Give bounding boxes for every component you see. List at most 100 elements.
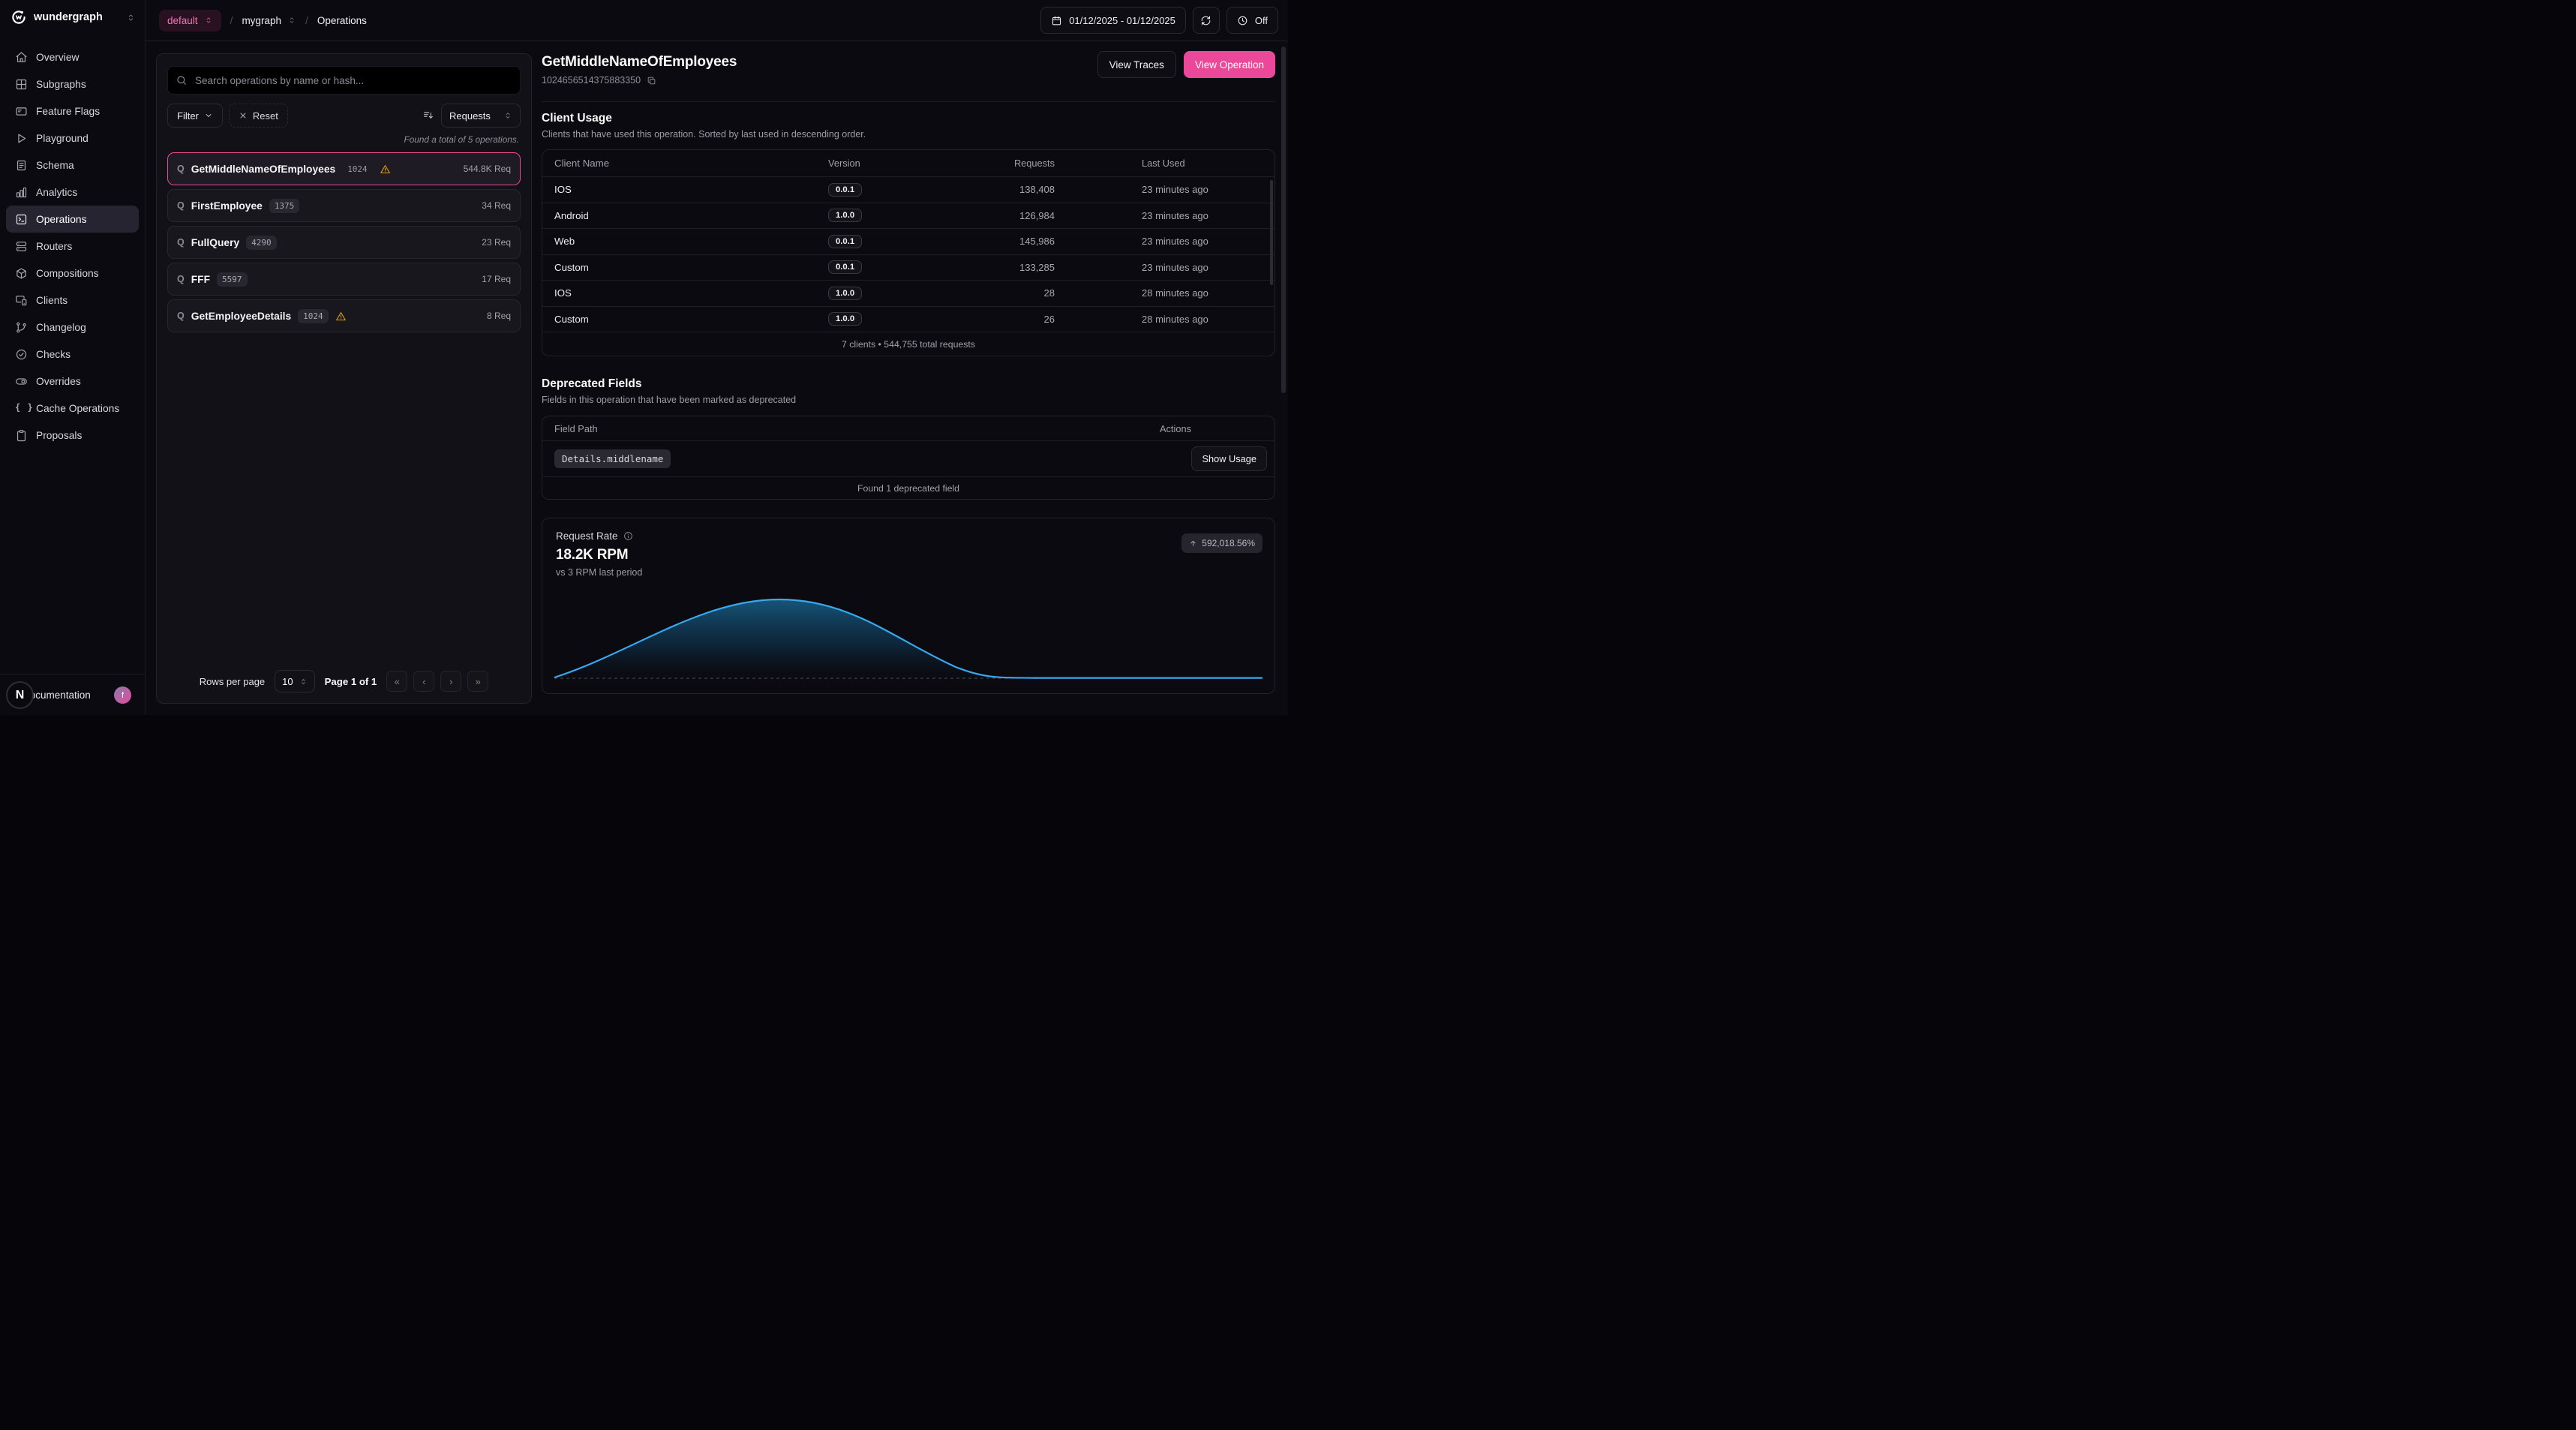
- date-range-button[interactable]: 01/12/2025 - 01/12/2025: [1040, 7, 1186, 34]
- terminal-icon: [15, 213, 28, 226]
- sidebar-footer: Documentation N f: [0, 674, 145, 715]
- sort-by-select[interactable]: Requests: [441, 104, 521, 128]
- detail-header: GetMiddleNameOfEmployees 102465651437588…: [542, 41, 1275, 102]
- breadcrumb: default / mygraph / Operations: [159, 10, 367, 32]
- clipboard-icon: [15, 429, 28, 442]
- chevrons-up-down-icon: [126, 13, 136, 23]
- avatar[interactable]: f: [114, 686, 131, 704]
- results-count: Found a total of 5 operations.: [169, 134, 519, 145]
- request-count: 145,986: [918, 236, 1055, 247]
- table-row[interactable]: Custom 1.0.0 26 28 minutes ago: [542, 306, 1274, 332]
- list-item-operation[interactable]: Q GetMiddleNameOfEmployees 1024 544.8K R…: [167, 152, 521, 185]
- sidebar-item-operations[interactable]: Operations: [6, 206, 139, 233]
- namespace-selector[interactable]: default: [159, 10, 221, 32]
- operation-request-count: 23 Req: [482, 237, 511, 248]
- sidebar-item-analytics[interactable]: Analytics: [6, 179, 139, 206]
- copy-icon[interactable]: [647, 76, 656, 86]
- operation-request-count: 8 Req: [487, 311, 511, 321]
- table-row[interactable]: Android 1.0.0 126,984 23 minutes ago: [542, 203, 1274, 229]
- sidebar-item-compositions[interactable]: Compositions: [6, 260, 139, 287]
- braces-icon: { }: [15, 402, 28, 415]
- sidebar: wundergraph Overview Subgraphs Feature F…: [0, 0, 146, 715]
- sort-group: Requests: [422, 104, 521, 128]
- table-row[interactable]: IOS 0.0.1 138,408 23 minutes ago: [542, 176, 1274, 203]
- sidebar-item-label: Routers: [36, 241, 72, 252]
- filter-button[interactable]: Filter: [167, 104, 223, 128]
- request-rate-value: 18.2K RPM: [556, 547, 1261, 563]
- sidebar-item-label: Proposals: [36, 430, 82, 441]
- sidebar-item-overrides[interactable]: Overrides: [6, 368, 139, 395]
- table-row[interactable]: IOS 1.0.0 28 28 minutes ago: [542, 280, 1274, 306]
- column-header: Last Used: [1055, 158, 1274, 169]
- list-item-operation[interactable]: Q FullQuery 4290 23 Req: [167, 226, 521, 259]
- filter-row: Filter Reset Requests: [167, 104, 521, 128]
- sidebar-item-label: Subgraphs: [36, 79, 86, 90]
- org-switcher[interactable]: wundergraph: [0, 0, 145, 26]
- column-header: Actions: [1160, 423, 1274, 434]
- auto-refresh-button[interactable]: Off: [1226, 7, 1278, 34]
- chevrons-up-down-icon: [503, 111, 512, 120]
- operation-count-badge: 1024: [298, 309, 329, 323]
- request-count: 28: [918, 287, 1055, 299]
- sidebar-item-subgraphs[interactable]: Subgraphs: [6, 71, 139, 98]
- reset-label: Reset: [253, 110, 278, 122]
- section-description: Fields in this operation that have been …: [542, 395, 1275, 405]
- sidebar-item-label: Operations: [36, 214, 87, 225]
- table-row[interactable]: Custom 0.0.1 133,285 23 minutes ago: [542, 254, 1274, 281]
- deprecated-fields-section: Deprecated Fields Fields in this operati…: [542, 377, 1275, 500]
- play-icon: [15, 132, 28, 145]
- calendar-icon: [1051, 15, 1062, 26]
- sidebar-item-overview[interactable]: Overview: [6, 44, 139, 71]
- last-used: 23 minutes ago: [1055, 210, 1274, 221]
- last-page-button[interactable]: »: [467, 671, 488, 692]
- change-value: 592,018.56%: [1202, 538, 1255, 548]
- chevrons-right-icon: »: [476, 676, 481, 687]
- sidebar-item-checks[interactable]: Checks: [6, 341, 139, 368]
- arrow-up-icon: [1189, 539, 1197, 548]
- sort-by-value: Requests: [449, 110, 491, 122]
- page-scrollbar[interactable]: [1281, 47, 1286, 393]
- avatar-initial: f: [122, 691, 124, 700]
- nextjs-dev-indicator[interactable]: N: [6, 681, 34, 709]
- client-usage-table: Client Name Version Requests Last Used I…: [542, 149, 1275, 356]
- bar-chart-icon: [15, 186, 28, 199]
- search-input[interactable]: [167, 66, 521, 95]
- field-path-badge: Details.middlename: [554, 449, 671, 468]
- sidebar-item-routers[interactable]: Routers: [6, 233, 139, 260]
- reset-button[interactable]: Reset: [229, 104, 288, 128]
- section-title: Client Usage: [542, 112, 1275, 125]
- sidebar-item-proposals[interactable]: Proposals: [6, 422, 139, 449]
- sidebar-item-playground[interactable]: Playground: [6, 125, 139, 152]
- view-operation-button[interactable]: View Operation: [1184, 51, 1275, 78]
- sidebar-item-changelog[interactable]: Changelog: [6, 314, 139, 341]
- view-traces-button[interactable]: View Traces: [1097, 51, 1176, 78]
- sidebar-item-cache-operations[interactable]: { } Cache Operations: [6, 395, 139, 422]
- list-item-operation[interactable]: Q FFF 5597 17 Req: [167, 263, 521, 296]
- next-page-button[interactable]: ›: [440, 671, 461, 692]
- operation-detail-panel: GetMiddleNameOfEmployees 102465651437588…: [542, 41, 1275, 715]
- chevron-right-icon: ›: [449, 676, 452, 687]
- graph-value: mygraph: [242, 15, 281, 26]
- org-name: wundergraph: [34, 11, 119, 23]
- section-description: Clients that have used this operation. S…: [542, 129, 1275, 140]
- first-page-button[interactable]: «: [386, 671, 407, 692]
- list-item-operation[interactable]: Q GetEmployeeDetails 1024 8 Req: [167, 299, 521, 332]
- list-item-operation[interactable]: Q FirstEmployee 1375 34 Req: [167, 189, 521, 222]
- refresh-button[interactable]: [1193, 7, 1220, 34]
- rows-per-page-select[interactable]: 10: [275, 670, 314, 692]
- search-icon: [176, 74, 188, 86]
- info-icon[interactable]: [623, 531, 633, 541]
- table-scrollbar[interactable]: [1270, 180, 1273, 285]
- close-icon: [239, 111, 248, 120]
- column-header: Client Name: [542, 158, 828, 169]
- graph-selector[interactable]: mygraph: [242, 15, 296, 26]
- request-rate-comparison: vs 3 RPM last period: [556, 567, 1261, 578]
- sidebar-item-feature-flags[interactable]: Feature Flags: [6, 98, 139, 125]
- sidebar-item-schema[interactable]: Schema: [6, 152, 139, 179]
- rows-per-page-value: 10: [282, 676, 293, 687]
- prev-page-button[interactable]: ‹: [413, 671, 434, 692]
- show-usage-button[interactable]: Show Usage: [1191, 446, 1267, 471]
- sidebar-item-clients[interactable]: Clients: [6, 287, 139, 314]
- table-row[interactable]: Web 0.0.1 145,986 23 minutes ago: [542, 228, 1274, 254]
- check-circle-icon: [15, 348, 28, 361]
